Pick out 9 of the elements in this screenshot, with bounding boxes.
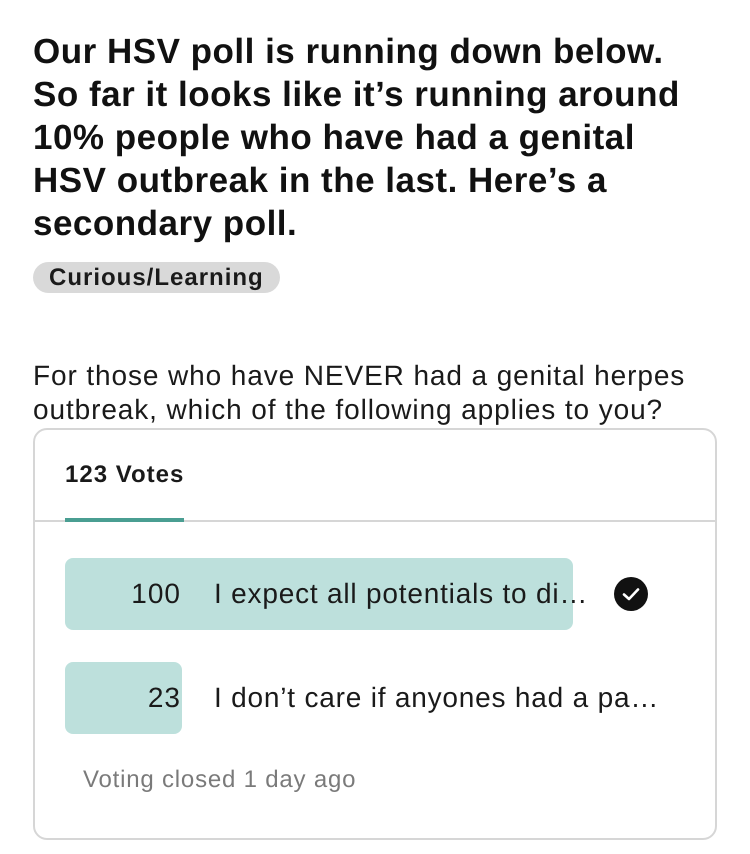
votes-tab[interactable]: 123 Votes xyxy=(65,430,184,522)
flair-tag[interactable]: Curious/Learning xyxy=(33,262,280,293)
poll-question: For those who have NEVER had a genital herpes outbreak, which of the following applies to you? xyxy=(33,359,686,427)
poll-option[interactable]: 100 I expect all potentials to di… xyxy=(65,558,690,630)
post-title: Our HSV poll is running down below. So far it looks like it’s running around 10% people who have had a genital HSV outbreak in the last. Here’s a secondary poll. xyxy=(33,31,681,245)
voting-status: Voting closed 1 day ago xyxy=(83,766,358,794)
poll-option[interactable]: 23 I don’t care if anyones had a pa… xyxy=(65,662,690,734)
vote-count: 23 xyxy=(146,682,181,714)
vote-count: 100 xyxy=(130,578,181,610)
